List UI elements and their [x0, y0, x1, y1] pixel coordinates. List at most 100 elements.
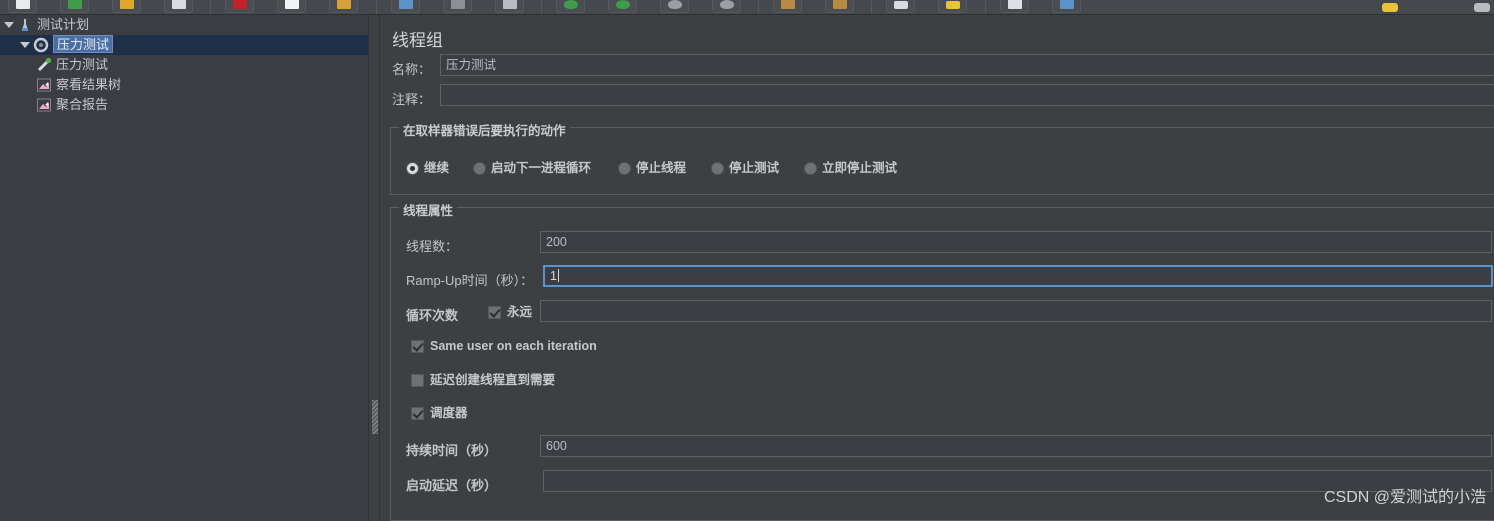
toolbar-stop-button[interactable]	[660, 0, 689, 13]
threads-label: 线程数：	[406, 239, 459, 254]
radio-stop-test-now-label: 立即停止测试	[822, 161, 898, 175]
tree-node-label: 测试计划	[37, 17, 90, 32]
duration-label: 持续时间（秒）	[406, 443, 498, 458]
collapse-icon	[450, 0, 465, 9]
radio-stop-thread-label: 停止线程	[636, 161, 687, 175]
same-user-checkbox[interactable]: Same user on each iteration	[411, 338, 597, 354]
aggregate-report-icon	[36, 97, 52, 113]
help-icon	[1059, 0, 1074, 9]
tree-node-3[interactable]: 察看结果树	[0, 75, 368, 95]
toolbar-open-folder-button[interactable]	[112, 0, 141, 13]
loops-forever-label: 永远	[507, 305, 533, 319]
loops-input[interactable]	[540, 300, 1492, 322]
start-no-pause-icon	[615, 0, 630, 9]
cut-scissors-icon	[232, 0, 247, 9]
test-plan-tree-panel[interactable]: 测试计划 压力测试 压力测试 察看结果树 聚合报告	[0, 15, 368, 521]
tree-expand-arrow-icon[interactable]	[4, 22, 14, 28]
watermark: CSDN @爱测试的小浩	[1323, 489, 1486, 506]
thread-properties-group-title: 线程属性	[399, 200, 458, 219]
toolbar	[0, 0, 1494, 15]
panel-splitter[interactable]	[368, 15, 380, 521]
reset-search-icon	[945, 1, 960, 9]
toolbar-clear-button[interactable]	[773, 0, 802, 13]
toolbar-help-button[interactable]	[1052, 0, 1081, 13]
radio-stop-test-now[interactable]: 立即停止测试	[804, 160, 897, 176]
tree-node-2[interactable]: 压力测试	[0, 55, 368, 75]
duration-input[interactable]: 600	[540, 435, 1492, 457]
name-input[interactable]: 压力测试	[440, 54, 1494, 76]
toolbar-cut-scissors-button[interactable]	[225, 0, 254, 13]
radio-stop-thread[interactable]: 停止线程	[618, 160, 686, 176]
toolbar-open-template-button[interactable]	[60, 0, 89, 13]
thread-group-config-panel: 线程组 名称： 压力测试 注释： 在取样器错误后要执行的动作 继续 启动下一进程…	[381, 15, 1494, 521]
radio-stop-test[interactable]: 停止测试	[711, 160, 779, 176]
tree-expand-arrow-icon[interactable]	[20, 42, 30, 48]
toolbar-paste-button[interactable]	[329, 0, 358, 13]
toolbar-function-helper-button[interactable]	[1000, 0, 1029, 13]
toolbar-start-no-pause-button[interactable]	[608, 0, 637, 13]
radio-start-next-loop-dot	[473, 162, 486, 175]
tree-node-4[interactable]: 聚合报告	[0, 95, 368, 115]
scheduler-label: 调度器	[430, 406, 468, 420]
toolbar-reset-search-button[interactable]	[938, 0, 967, 13]
rampup-input-value: 1	[550, 269, 557, 283]
warning-icon[interactable]	[1382, 3, 1398, 12]
toolbar-separator	[376, 0, 377, 14]
delayed-start-checkbox[interactable]: 延迟创建线程直到需要	[411, 372, 555, 388]
toolbar-toggle-button[interactable]	[495, 0, 524, 13]
search-icon	[893, 1, 908, 9]
tree-node-1[interactable]: 压力测试	[0, 35, 368, 55]
loops-forever-checkbox[interactable]: 永远	[488, 304, 532, 320]
scheduler-check-box	[411, 407, 424, 420]
error-action-group-title: 在取样器错误后要执行的动作	[399, 120, 570, 139]
toolbar-save-button[interactable]	[164, 0, 193, 13]
toolbar-collapse-button[interactable]	[443, 0, 472, 13]
test-plan-icon	[17, 17, 33, 33]
startup-delay-label: 启动延迟（秒）	[406, 478, 498, 493]
toolbar-expand-button[interactable]	[391, 0, 420, 13]
delayed-start-label: 延迟创建线程直到需要	[430, 373, 556, 387]
comment-input[interactable]	[440, 84, 1494, 106]
radio-stop-thread-dot	[618, 162, 631, 175]
stop-icon	[667, 0, 682, 9]
radio-stop-test-now-dot	[804, 162, 817, 175]
toolbar-shutdown-button[interactable]	[712, 0, 741, 13]
new-file-icon	[15, 0, 30, 9]
clear-all-icon	[832, 0, 847, 9]
threads-input[interactable]: 200	[540, 231, 1492, 253]
text-caret	[557, 269, 559, 282]
toolbar-separator	[871, 0, 872, 14]
scheduler-checkbox[interactable]: 调度器	[411, 405, 468, 421]
tree-node-label: 聚合报告	[56, 97, 109, 112]
toolbar-search-button[interactable]	[886, 0, 915, 13]
tree-node-0[interactable]: 测试计划	[0, 15, 368, 35]
tree-node-label: 压力测试	[56, 57, 109, 72]
loops-forever-check-box	[488, 306, 501, 319]
thread-group-icon	[33, 37, 49, 53]
rampup-input[interactable]: 1	[543, 265, 1493, 287]
loops-label: 循环次数	[406, 308, 459, 323]
rampup-label: Ramp-Up时间（秒）：	[406, 273, 534, 288]
http-sampler-icon	[36, 57, 52, 73]
same-user-check-box	[411, 340, 424, 353]
expand-icon	[398, 0, 413, 9]
toolbar-separator	[210, 0, 211, 14]
gear-icon[interactable]	[1474, 3, 1490, 12]
toolbar-clear-all-button[interactable]	[825, 0, 854, 13]
clear-icon	[780, 0, 795, 9]
delayed-start-check-box	[411, 374, 424, 387]
radio-continue[interactable]: 继续	[406, 160, 449, 176]
copy-icon	[284, 0, 299, 9]
radio-stop-test-label: 停止测试	[729, 161, 780, 175]
toolbar-copy-button[interactable]	[277, 0, 306, 13]
radio-start-next-loop[interactable]: 启动下一进程循环	[473, 160, 591, 176]
open-folder-icon	[119, 0, 134, 9]
splitter-grip-handle[interactable]	[372, 400, 378, 434]
toolbar-new-file-button[interactable]	[8, 0, 37, 13]
toolbar-separator	[541, 0, 542, 14]
tree-node-label: 察看结果树	[56, 77, 122, 92]
same-user-label: Same user on each iteration	[430, 339, 597, 353]
start-icon	[563, 0, 578, 9]
toolbar-start-button[interactable]	[556, 0, 585, 13]
paste-icon	[336, 0, 351, 9]
